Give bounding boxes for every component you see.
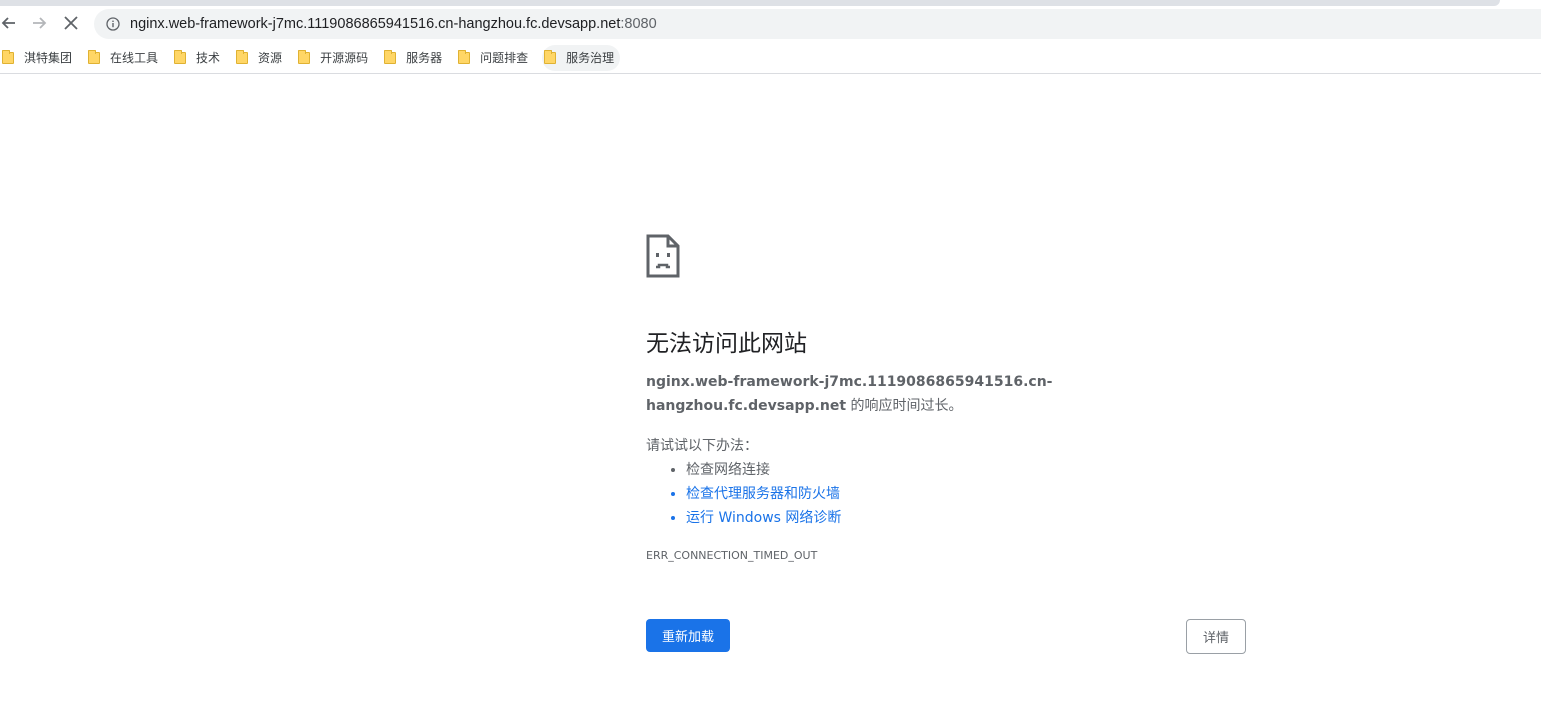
forward-button[interactable] (26, 9, 54, 37)
address-url[interactable]: nginx.web-framework-j7mc.111908686594151… (130, 16, 657, 32)
folder-icon (544, 49, 557, 64)
suggestion-link-text[interactable]: 运行 Windows 网络诊断 (686, 510, 841, 526)
suggestion-run-diagnostics-link[interactable]: 运行 Windows 网络诊断 (686, 506, 841, 530)
stop-loading-icon (64, 16, 78, 30)
bookmark-label: 问题排查 (480, 51, 529, 65)
url-host: nginx.web-framework-j7mc.111908686594151… (130, 16, 621, 32)
bookmark-label: 服务器 (406, 51, 443, 65)
bookmark-label: 淇特集团 (24, 51, 73, 65)
site-info-button[interactable] (98, 9, 128, 39)
folder-icon (384, 49, 397, 64)
suggestion-check-connection: 检查网络连接 (686, 458, 841, 482)
stop-loading-button[interactable] (57, 9, 85, 37)
folder-icon (174, 49, 187, 64)
bookmark-folder[interactable]: 服务治理 (542, 44, 621, 71)
bookmark-folder[interactable]: 技术 (172, 45, 226, 71)
folder-icon (88, 49, 101, 64)
bookmark-label: 开源源码 (320, 51, 369, 65)
error-code: ERR_CONNECTION_TIMED_OUT (646, 549, 818, 562)
sad-page-icon (646, 234, 680, 278)
browser-toolbar: nginx.web-framework-j7mc.111908686594151… (0, 6, 1541, 42)
folder-icon (236, 49, 249, 64)
address-bar[interactable]: nginx.web-framework-j7mc.111908686594151… (94, 9, 1541, 39)
bookmark-folder[interactable]: 在线工具 (86, 45, 164, 71)
folder-icon (458, 49, 471, 64)
details-button[interactable]: 详情 (1186, 619, 1246, 654)
error-summary: nginx.web-framework-j7mc.111908686594151… (646, 370, 1246, 418)
suggestions-list: 检查网络连接 检查代理服务器和防火墙 运行 Windows 网络诊断 (646, 458, 841, 530)
bookmark-folder[interactable]: 开源源码 (296, 45, 374, 71)
folder-icon (298, 49, 311, 64)
back-arrow-icon (1, 17, 15, 29)
bookmark-label: 服务治理 (566, 51, 615, 65)
bookmark-label: 技术 (196, 51, 221, 65)
bookmark-folder[interactable]: 服务器 (382, 45, 448, 71)
suggestion-check-proxy-link[interactable]: 检查代理服务器和防火墙 (686, 482, 841, 506)
error-summary-suffix: 的响应时间过长。 (846, 398, 963, 414)
site-info-icon (106, 17, 120, 31)
reload-button[interactable]: 重新加载 (646, 619, 730, 652)
bookmark-label: 资源 (258, 51, 283, 65)
bookmark-folder[interactable]: 问题排查 (456, 45, 534, 71)
bookmark-folder[interactable]: 资源 (234, 45, 288, 71)
back-button[interactable] (0, 9, 22, 37)
bookmark-folder[interactable]: 淇特集团 (0, 45, 78, 71)
suggestion-link-text[interactable]: 检查代理服务器和防火墙 (686, 486, 840, 502)
bookmarks-bar: 淇特集团 在线工具 技术 资源 开源源码 服务器 问题排查 服务治理 (0, 42, 1541, 74)
suggestion-text: 检查网络连接 (686, 462, 770, 478)
suggestions-label: 请试试以下办法： (646, 438, 758, 454)
error-heading: 无法访问此网站 (646, 331, 807, 357)
url-port: :8080 (620, 16, 657, 32)
folder-icon (2, 49, 14, 64)
bookmark-label: 在线工具 (110, 51, 159, 65)
forward-arrow-icon (33, 17, 47, 29)
